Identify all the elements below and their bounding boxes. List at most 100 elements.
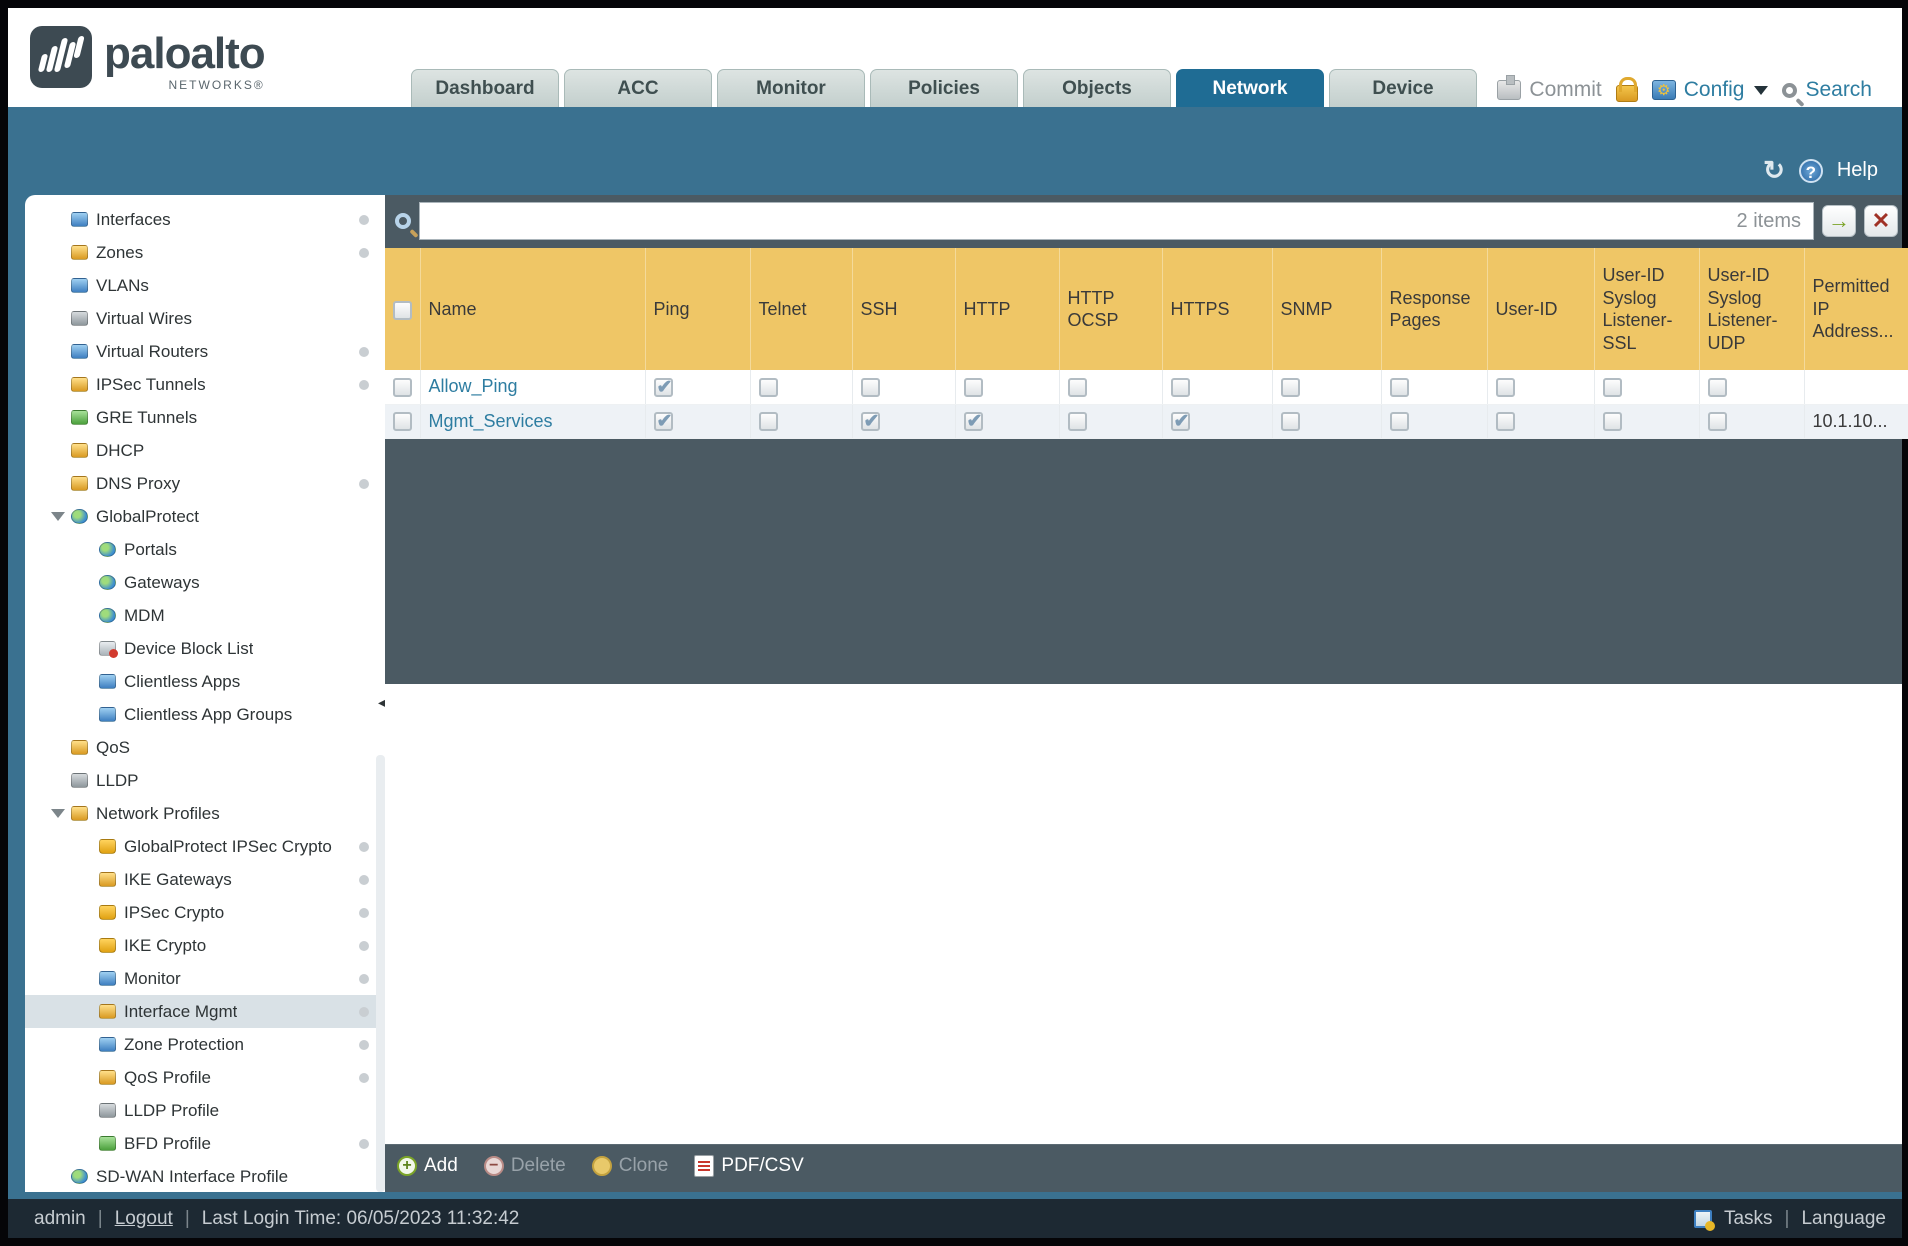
- col-response-pages[interactable]: Response Pages: [1381, 248, 1488, 370]
- sidebar-item-bfd-profile[interactable]: BFD Profile: [25, 1127, 385, 1160]
- expand-caret-icon[interactable]: [51, 809, 65, 818]
- sidebar-item-ipsec-crypto[interactable]: IPSec Crypto: [25, 896, 385, 929]
- refresh-icon[interactable]: ↻: [1763, 155, 1785, 186]
- ssh-checkbox[interactable]: ✔: [860, 378, 880, 397]
- https-checkbox[interactable]: ✔: [1170, 378, 1190, 397]
- sidebar-item-virtual-routers[interactable]: Virtual Routers: [25, 335, 385, 368]
- tasks-link[interactable]: Tasks: [1724, 1208, 1773, 1230]
- ping-checkbox[interactable]: ✔: [653, 411, 673, 432]
- profile-name-link[interactable]: Mgmt_Services: [429, 411, 553, 431]
- sidebar-item-virtual-wires[interactable]: Virtual Wires: [25, 302, 385, 335]
- config-menu-button[interactable]: ⚙ Config: [1651, 78, 1769, 102]
- profile-name-link[interactable]: Allow_Ping: [429, 376, 518, 396]
- sidebar-item-sdwan-interface-profile[interactable]: SD-WAN Interface Profile: [25, 1160, 385, 1192]
- clone-button[interactable]: Clone: [591, 1155, 668, 1177]
- ping-checkbox[interactable]: ✔: [653, 377, 673, 398]
- tab-monitor[interactable]: Monitor: [717, 69, 865, 107]
- sidebar-item-globalprotect[interactable]: GlobalProtect: [25, 500, 385, 533]
- http-ocsp-checkbox[interactable]: ✔: [1067, 378, 1087, 397]
- col-uid-syslog-ssl[interactable]: User-ID Syslog Listener-SSL: [1594, 248, 1700, 370]
- sidebar-item-ike-crypto[interactable]: IKE Crypto: [25, 929, 385, 962]
- sidebar-item-monitor-profile[interactable]: Monitor: [25, 962, 385, 995]
- tab-device[interactable]: Device: [1329, 69, 1477, 107]
- sidebar-collapse-handle[interactable]: ◂: [378, 694, 385, 711]
- telnet-checkbox[interactable]: ✔: [758, 412, 778, 432]
- telnet-checkbox[interactable]: ✔: [758, 378, 778, 397]
- delete-button[interactable]: − Delete: [483, 1155, 566, 1177]
- filter-input[interactable]: 2 items: [419, 202, 1814, 240]
- sidebar-item-lldp-profile[interactable]: LLDP Profile: [25, 1094, 385, 1127]
- sidebar-item-network-profiles[interactable]: Network Profiles: [25, 797, 385, 830]
- col-ping[interactable]: Ping: [645, 248, 751, 370]
- sidebar-item-interface-mgmt[interactable]: Interface Mgmt: [25, 995, 385, 1028]
- uid-ssl-checkbox[interactable]: ✔: [1602, 412, 1622, 432]
- sidebar-item-clientless-apps[interactable]: Clientless Apps: [25, 665, 385, 698]
- col-http-ocsp[interactable]: HTTP OCSP: [1059, 248, 1163, 370]
- expand-caret-icon[interactable]: [51, 512, 65, 521]
- col-name[interactable]: Name: [420, 248, 646, 370]
- sidebar-item-dhcp[interactable]: DHCP: [25, 434, 385, 467]
- tab-objects[interactable]: Objects: [1023, 69, 1171, 107]
- row-checkbox[interactable]: ✔: [393, 378, 412, 397]
- sidebar-item-clientless-app-groups[interactable]: Clientless App Groups: [25, 698, 385, 731]
- sidebar-item-interfaces[interactable]: Interfaces: [25, 203, 385, 236]
- help-icon[interactable]: ?: [1798, 158, 1823, 183]
- col-https[interactable]: HTTPS: [1162, 248, 1273, 370]
- search-button[interactable]: Search: [1782, 78, 1872, 102]
- col-permitted-ip[interactable]: Permitted IP Address...: [1804, 248, 1908, 370]
- http-ocsp-checkbox[interactable]: ✔: [1067, 412, 1087, 432]
- sidebar-item-gateways[interactable]: Gateways: [25, 566, 385, 599]
- add-button[interactable]: + Add: [397, 1155, 458, 1177]
- apply-filter-button[interactable]: →: [1822, 205, 1856, 237]
- sidebar-item-globalprotect-ipsec-crypto[interactable]: GlobalProtect IPSec Crypto: [25, 830, 385, 863]
- sidebar-item-dns-proxy[interactable]: DNS Proxy: [25, 467, 385, 500]
- sidebar-item-portals[interactable]: Portals: [25, 533, 385, 566]
- sidebar-item-lldp[interactable]: LLDP: [25, 764, 385, 797]
- sidebar-item-mdm[interactable]: MDM: [25, 599, 385, 632]
- col-snmp[interactable]: SNMP: [1272, 248, 1382, 370]
- col-user-id[interactable]: User-ID: [1487, 248, 1595, 370]
- sidebar-item-gre-tunnels[interactable]: GRE Tunnels: [25, 401, 385, 434]
- clear-filter-button[interactable]: ✕: [1864, 205, 1898, 237]
- sidebar-item-device-block-list[interactable]: Device Block List: [25, 632, 385, 665]
- language-link[interactable]: Language: [1801, 1208, 1886, 1230]
- commit-button[interactable]: Commit: [1497, 75, 1602, 102]
- pdf-csv-button[interactable]: PDF/CSV: [694, 1154, 804, 1177]
- uid-ssl-checkbox[interactable]: ✔: [1602, 378, 1622, 397]
- help-link[interactable]: Help: [1837, 159, 1878, 182]
- https-checkbox[interactable]: ✔: [1170, 411, 1190, 432]
- uid-udp-checkbox[interactable]: ✔: [1707, 412, 1727, 432]
- sidebar-item-zone-protection[interactable]: Zone Protection: [25, 1028, 385, 1061]
- col-ssh[interactable]: SSH: [852, 248, 956, 370]
- tab-dashboard[interactable]: Dashboard: [411, 69, 559, 107]
- col-telnet[interactable]: Telnet: [750, 248, 853, 370]
- sidebar-item-qos-profile[interactable]: QoS Profile: [25, 1061, 385, 1094]
- response-pages-checkbox[interactable]: ✔: [1389, 412, 1409, 432]
- lock-icon[interactable]: [1615, 76, 1638, 102]
- sidebar-item-ipsec-tunnels[interactable]: IPSec Tunnels: [25, 368, 385, 401]
- select-all-checkbox[interactable]: ✔: [393, 300, 412, 320]
- user-id-checkbox[interactable]: ✔: [1495, 412, 1515, 432]
- logout-link[interactable]: Logout: [115, 1208, 173, 1230]
- tab-policies[interactable]: Policies: [870, 69, 1018, 107]
- sidebar-item-zones[interactable]: Zones: [25, 236, 385, 269]
- sidebar-item-ike-gateways[interactable]: IKE Gateways: [25, 863, 385, 896]
- status-bar: admin | Logout | Last Login Time: 06/05/…: [8, 1199, 1902, 1238]
- tab-acc[interactable]: ACC: [564, 69, 712, 107]
- sidebar-item-qos[interactable]: QoS: [25, 731, 385, 764]
- sidebar-scrollbar[interactable]: [376, 755, 385, 1192]
- permitted-ip-value: [1804, 370, 1908, 405]
- row-checkbox[interactable]: ✔: [393, 412, 412, 432]
- ssh-checkbox[interactable]: ✔: [860, 411, 880, 432]
- user-id-checkbox[interactable]: ✔: [1495, 378, 1515, 397]
- snmp-checkbox[interactable]: ✔: [1280, 412, 1300, 432]
- sidebar-item-vlans[interactable]: VLANs: [25, 269, 385, 302]
- uid-udp-checkbox[interactable]: ✔: [1707, 378, 1727, 397]
- snmp-checkbox[interactable]: ✔: [1280, 378, 1300, 397]
- tab-network[interactable]: Network: [1176, 69, 1324, 107]
- http-checkbox[interactable]: ✔: [963, 378, 983, 397]
- col-uid-syslog-udp[interactable]: User-ID Syslog Listener-UDP: [1699, 248, 1805, 370]
- http-checkbox[interactable]: ✔: [963, 411, 983, 432]
- col-http[interactable]: HTTP: [955, 248, 1060, 370]
- response-pages-checkbox[interactable]: ✔: [1389, 378, 1409, 397]
